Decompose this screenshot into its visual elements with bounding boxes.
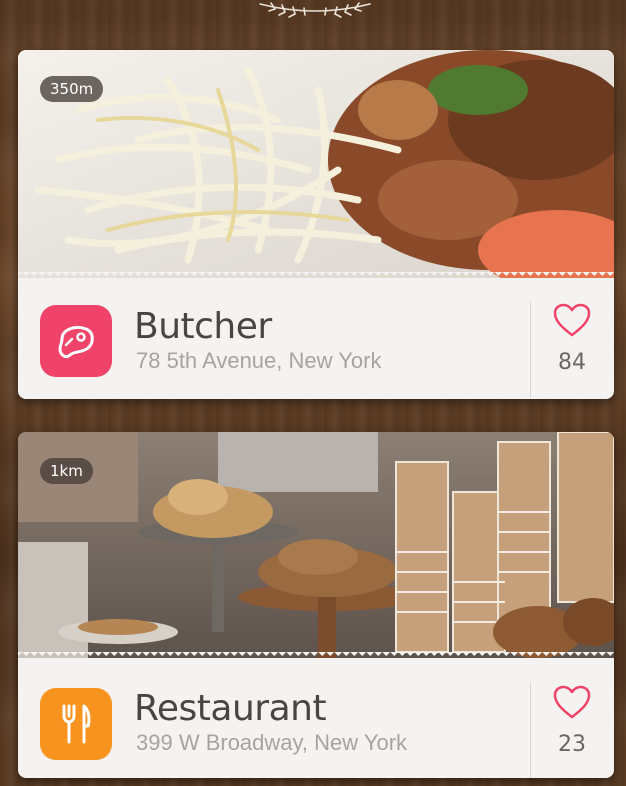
food-photo (18, 432, 614, 658)
distance-badge: 1km (40, 458, 93, 484)
divider (530, 682, 531, 778)
place-card-restaurant[interactable]: 1km Restaurant 399 W Broadway, New York … (18, 432, 614, 778)
steak-icon (40, 305, 112, 377)
likes-count: 23 (558, 732, 586, 757)
food-photo (18, 50, 614, 278)
fork-knife-icon (40, 688, 112, 760)
place-info: Butcher 78 5th Avenue, New York 84 (18, 278, 614, 399)
place-name: Restaurant (134, 688, 327, 729)
place-card-butcher[interactable]: 350m Butcher 78 5th Avenue, New York 84 (18, 50, 614, 399)
likes-count: 84 (558, 350, 586, 375)
place-address: 78 5th Avenue, New York (136, 348, 382, 373)
place-name: Butcher (134, 306, 272, 347)
leaf-ornament-icon (259, 2, 371, 18)
distance-badge: 350m (40, 76, 104, 102)
heart-icon[interactable] (552, 684, 592, 720)
heart-icon[interactable] (552, 302, 592, 338)
place-address: 399 W Broadway, New York (136, 730, 408, 755)
place-info: Restaurant 399 W Broadway, New York 23 (18, 658, 614, 778)
